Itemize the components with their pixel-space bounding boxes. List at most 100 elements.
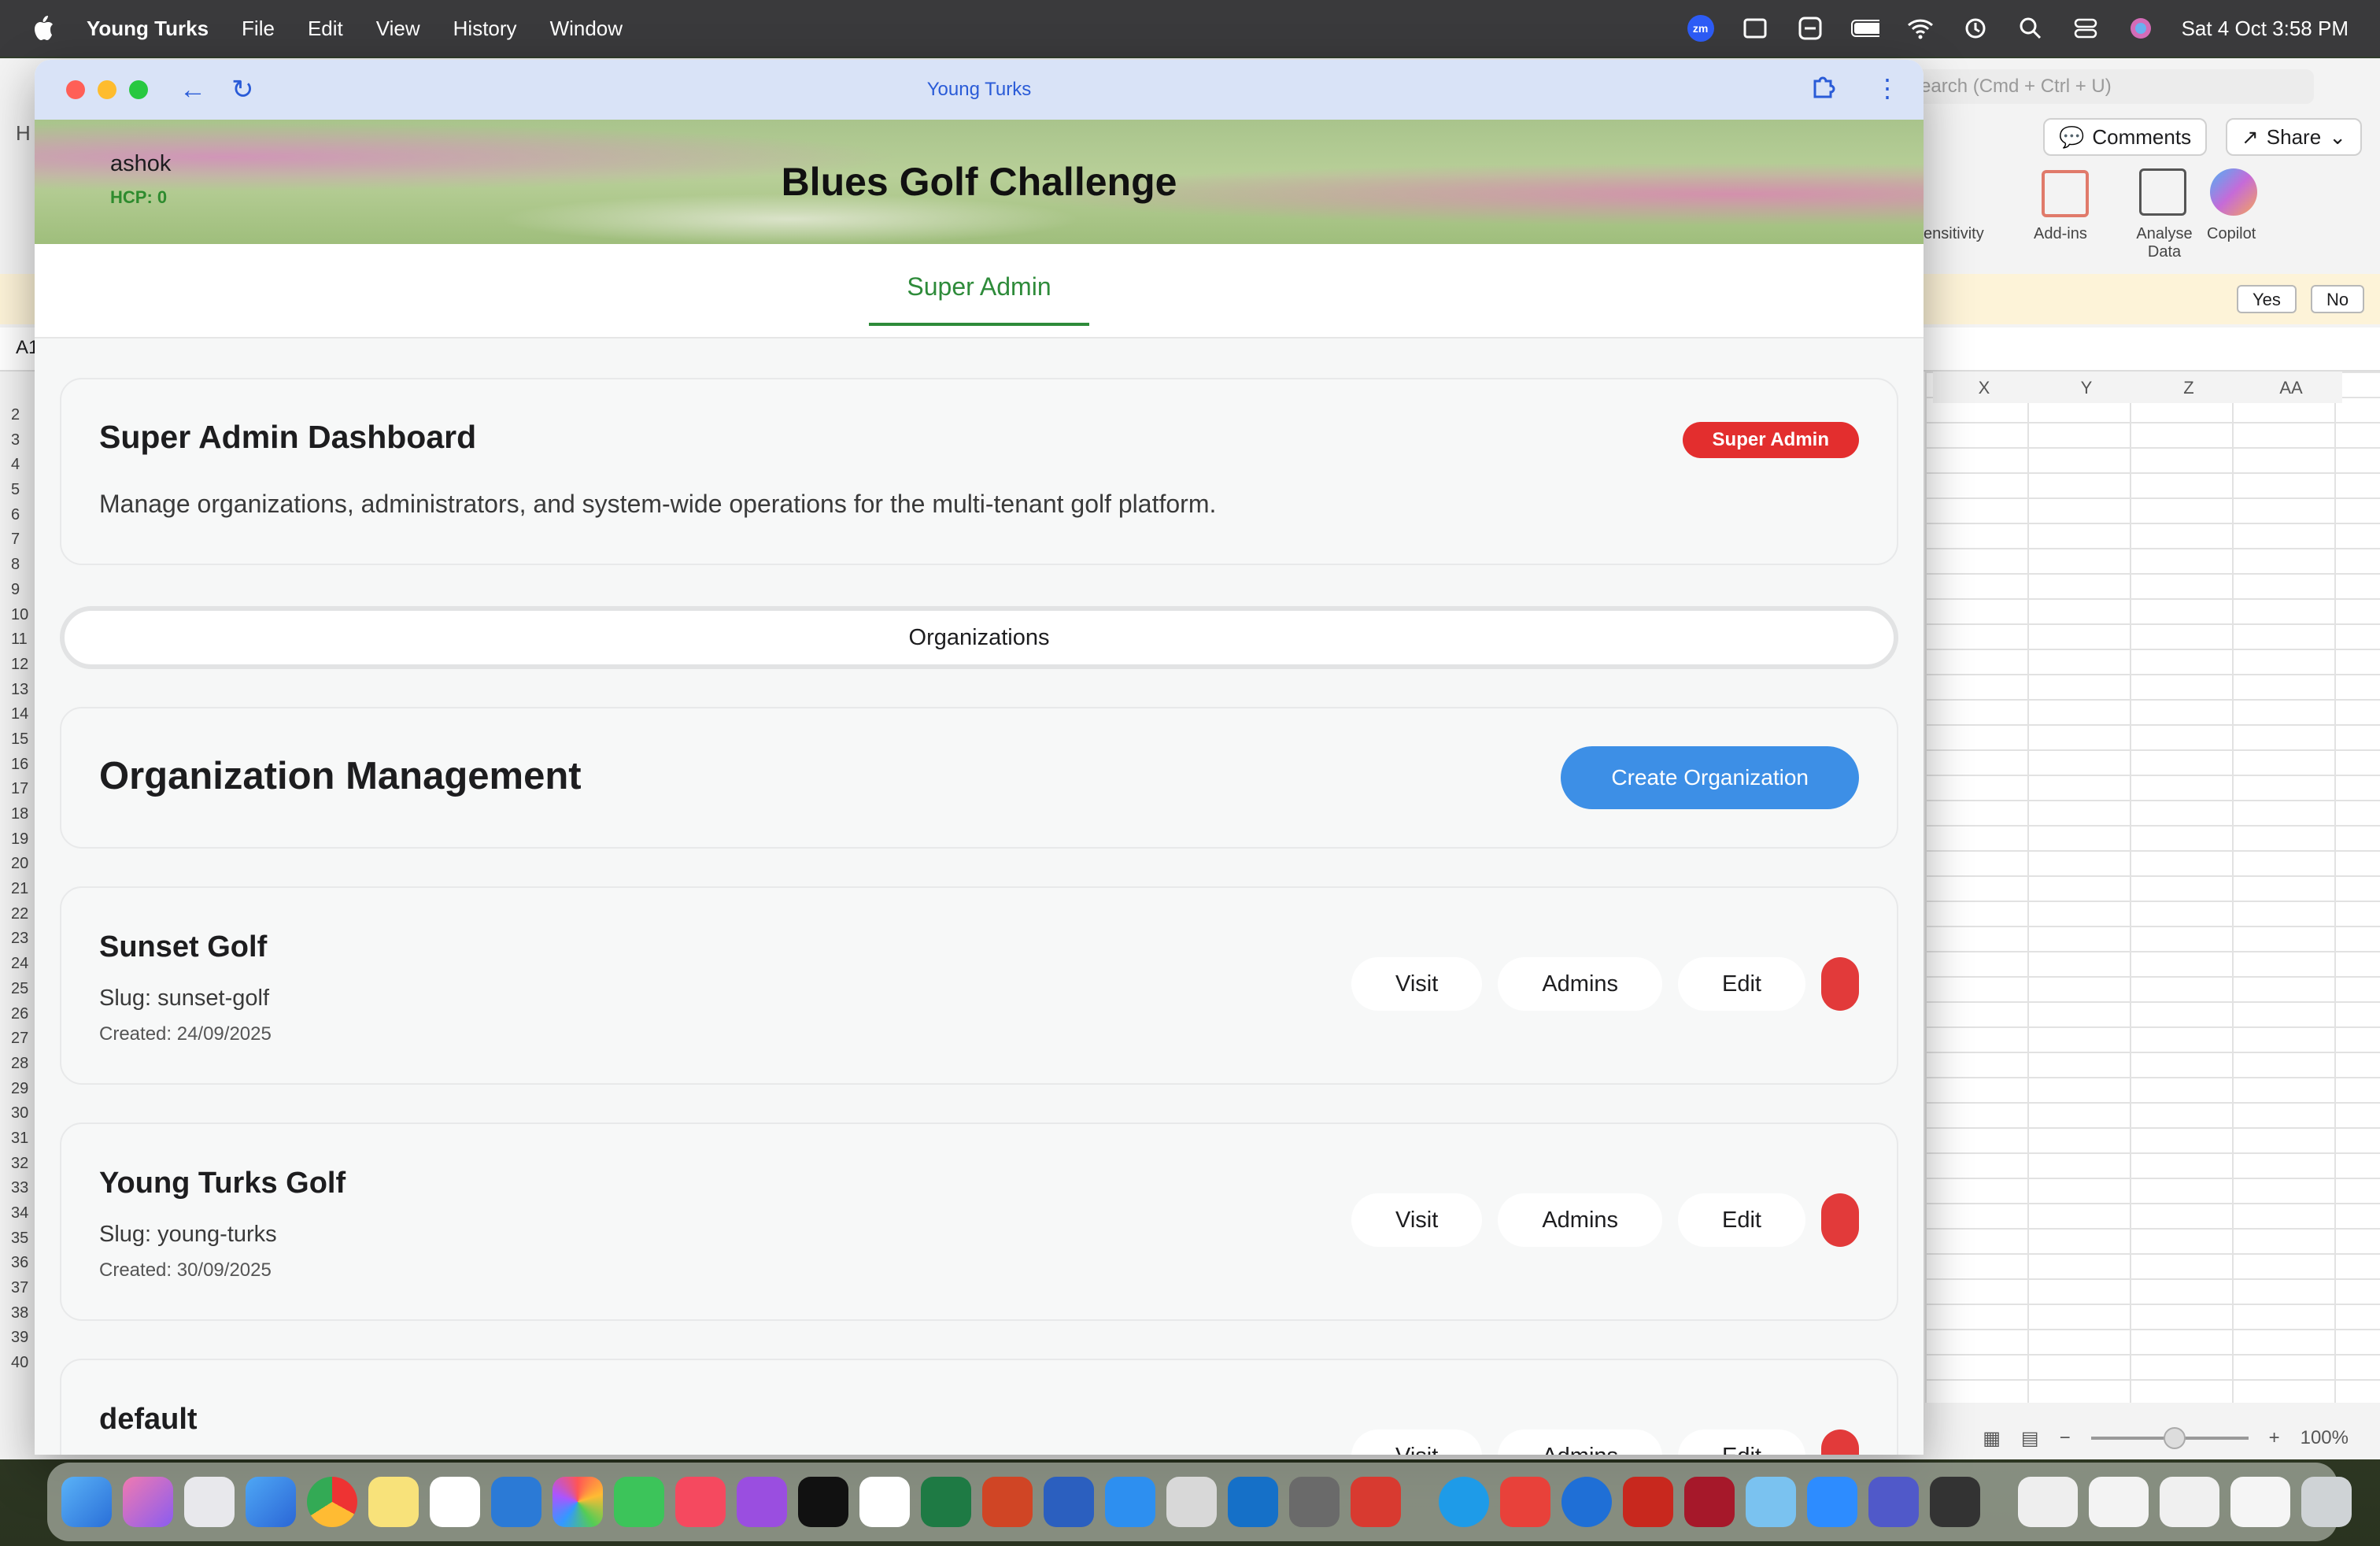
outlook-status-icon[interactable] [1741, 14, 1769, 43]
reload-icon[interactable]: ↻ [231, 74, 254, 105]
sensitivity-label[interactable]: ensitivity [1924, 225, 1984, 243]
row-header[interactable]: 20 [0, 852, 35, 877]
page-layout-icon[interactable]: ▤ [2021, 1427, 2039, 1450]
powerpoint-icon[interactable] [982, 1477, 1033, 1527]
spotlight-search-icon[interactable] [2016, 14, 2045, 43]
edit-button[interactable]: Edit [1678, 1193, 1805, 1247]
launchpad-icon[interactable] [123, 1477, 173, 1527]
minimize-window-button[interactable] [98, 80, 116, 99]
app-grid-icon[interactable] [184, 1477, 235, 1527]
ribbon-home-tab[interactable]: H [16, 121, 31, 146]
menu-app-name[interactable]: Young Turks [87, 17, 209, 41]
row-header[interactable]: 29 [0, 1077, 35, 1102]
column-header-y[interactable]: Y [2035, 372, 2138, 403]
row-header[interactable]: 40 [0, 1351, 35, 1376]
menu-window[interactable]: Window [550, 17, 623, 41]
excel-icon[interactable] [921, 1477, 971, 1527]
normal-view-icon[interactable]: ▦ [1983, 1427, 2001, 1450]
menu-history[interactable]: History [453, 17, 517, 41]
app-store-icon[interactable] [1105, 1477, 1155, 1527]
calendar-icon[interactable] [859, 1477, 910, 1527]
row-header[interactable]: 37 [0, 1276, 35, 1301]
row-header[interactable]: 27 [0, 1026, 35, 1052]
admins-button[interactable]: Admins [1498, 1193, 1663, 1247]
vscode-icon[interactable] [491, 1477, 541, 1527]
row-header[interactable]: 13 [0, 678, 35, 703]
delete-button[interactable] [1821, 1193, 1859, 1247]
wifi-icon[interactable] [1906, 14, 1935, 43]
minimized-window-thumbnail[interactable] [2018, 1477, 2078, 1527]
teamviewer-status-icon[interactable] [1796, 14, 1824, 43]
addins-label[interactable]: Add-ins [2034, 225, 2087, 243]
zoom-slider[interactable] [2090, 1427, 2249, 1449]
utility-icon[interactable] [1289, 1477, 1340, 1527]
analyse-data-icon[interactable] [2139, 168, 2186, 216]
row-header[interactable]: 34 [0, 1201, 35, 1226]
chrome-icon[interactable] [307, 1477, 357, 1527]
g-app-icon[interactable] [1930, 1477, 1980, 1527]
comments-button[interactable]: 💬 Comments [2043, 118, 2208, 156]
tab-super-admin[interactable]: Super Admin [869, 272, 1089, 326]
menu-view[interactable]: View [376, 17, 420, 41]
time-machine-icon[interactable] [1961, 14, 1990, 43]
row-header[interactable]: 33 [0, 1176, 35, 1201]
menu-clock[interactable]: Sat 4 Oct 3:58 PM [2182, 17, 2349, 41]
row-header[interactable]: 15 [0, 727, 35, 753]
row-header[interactable]: 16 [0, 753, 35, 778]
trash-icon[interactable] [2301, 1477, 2352, 1527]
row-header[interactable]: 9 [0, 578, 35, 603]
zoom-out-icon[interactable]: − [2060, 1427, 2071, 1449]
keychain-icon[interactable] [1746, 1477, 1796, 1527]
extensions-icon[interactable] [1810, 73, 1837, 106]
row-header[interactable]: 6 [0, 503, 35, 528]
outlook-icon[interactable] [1228, 1477, 1278, 1527]
teams-icon[interactable] [1868, 1477, 1919, 1527]
delete-button[interactable] [1821, 957, 1859, 1011]
row-header[interactable]: 19 [0, 827, 35, 853]
finder-icon[interactable] [61, 1477, 112, 1527]
word-icon[interactable] [1044, 1477, 1094, 1527]
facetime-icon[interactable] [614, 1477, 664, 1527]
more-options-icon[interactable]: ⋮ [1875, 73, 1900, 106]
excel-search-field[interactable]: earch (Cmd + Ctrl + U) [1905, 69, 2314, 104]
row-header[interactable]: 21 [0, 877, 35, 902]
row-header[interactable]: 31 [0, 1126, 35, 1152]
control-center-icon[interactable] [2071, 14, 2100, 43]
row-header[interactable]: 4 [0, 453, 35, 478]
edit-button[interactable]: Edit [1678, 957, 1805, 1011]
autocad-icon[interactable] [1684, 1477, 1735, 1527]
row-header[interactable]: 8 [0, 553, 35, 578]
copilot-label[interactable]: Copilot [2207, 225, 2256, 243]
row-header[interactable]: 39 [0, 1326, 35, 1351]
acrobat-icon[interactable] [1623, 1477, 1673, 1527]
spreadsheet-grid[interactable] [1925, 372, 2380, 1403]
row-header[interactable]: 35 [0, 1226, 35, 1252]
anydesk-icon[interactable] [1500, 1477, 1550, 1527]
delete-button[interactable] [1821, 1429, 1859, 1455]
row-header[interactable]: 36 [0, 1251, 35, 1276]
copilot-icon[interactable] [2210, 168, 2257, 216]
reminders-icon[interactable] [430, 1477, 480, 1527]
row-header[interactable]: 28 [0, 1052, 35, 1077]
photos-icon[interactable] [552, 1477, 603, 1527]
row-header[interactable]: 17 [0, 777, 35, 802]
minimized-window-thumbnail[interactable] [2089, 1477, 2149, 1527]
visit-button[interactable]: Visit [1351, 1429, 1483, 1455]
menu-file[interactable]: File [242, 17, 275, 41]
create-organization-button[interactable]: Create Organization [1561, 746, 1859, 809]
share-button[interactable]: ↗ Share ⌄ [2226, 118, 2362, 156]
zoom-icon[interactable] [1807, 1477, 1857, 1527]
row-header[interactable]: 2 [0, 403, 35, 428]
safari-icon[interactable] [246, 1477, 296, 1527]
row-header[interactable]: 12 [0, 653, 35, 678]
row-header[interactable]: 14 [0, 702, 35, 727]
row-header[interactable]: 5 [0, 478, 35, 503]
music-icon[interactable] [675, 1477, 726, 1527]
admins-button[interactable]: Admins [1498, 1429, 1663, 1455]
battery-icon[interactable] [1850, 14, 1879, 43]
sketchup-icon[interactable] [1351, 1477, 1401, 1527]
column-header-aa[interactable]: AA [2240, 372, 2342, 403]
zoom-status-icon[interactable]: zm [1687, 15, 1714, 42]
skype-icon[interactable] [1439, 1477, 1489, 1527]
edit-button[interactable]: Edit [1678, 1429, 1805, 1455]
